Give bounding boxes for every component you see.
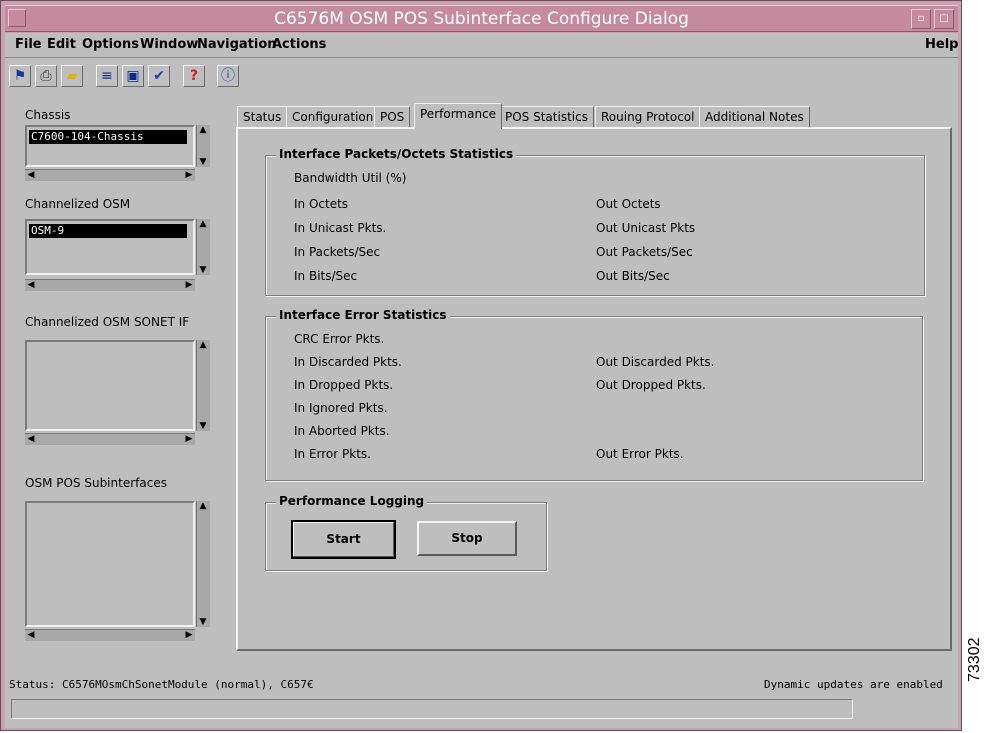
chassis-label: Chassis [25,108,71,122]
minimize-icon: ▫ [917,13,925,24]
scroll-left-icon[interactable]: ◀ [25,280,37,290]
channelized-osm-label: Channelized OSM [25,197,131,211]
packets-octets-group-title: Interface Packets/Octets Statistics [276,147,517,161]
print-icon[interactable]: ⎙ [35,65,57,87]
out-packets-sec-label: Out Packets/Sec [596,245,693,259]
scroll-down-icon[interactable]: ▼ [197,157,209,167]
help-icon[interactable]: ? [183,65,205,87]
dialog-client-area: File Edit Options Window Navigation Acti… [5,33,958,728]
subif-hscroll[interactable]: ◀ ▶ [25,629,195,641]
menu-edit[interactable]: Edit [47,37,76,52]
error-statistics-group-title: Interface Error Statistics [276,308,450,322]
tab-status[interactable]: Status [237,106,288,128]
toolbar: ⚑ ⎙ ▰ ≡ ▣ ✔ ? ⓘ [5,61,958,89]
in-bits-sec-label: In Bits/Sec [294,269,358,283]
stop-button[interactable]: Stop [417,521,517,556]
status-text: Status: C6576MOsmChSonetModule (normal),… [9,678,314,691]
osm-selected-item[interactable]: OSM-9 [29,224,187,238]
scroll-right-icon[interactable]: ▶ [183,630,195,640]
tab-routing-protocol[interactable]: Rouing Protocol [595,106,701,128]
packets-octets-group: Interface Packets/Octets Statistics Band… [265,147,925,296]
scroll-right-icon[interactable]: ▶ [183,170,195,180]
out-discarded-label: Out Discarded Pkts. [596,355,715,369]
menu-options[interactable]: Options [82,37,139,52]
chassis-list[interactable]: C7600-104-Chassis [25,125,195,167]
in-aborted-label: In Aborted Pkts. [294,424,390,438]
figure-number: 73302 [966,637,983,683]
scroll-up-icon[interactable]: ▲ [197,125,209,135]
scroll-left-icon[interactable]: ◀ [25,630,37,640]
out-error-label: Out Error Pkts. [596,447,684,461]
menu-bar: File Edit Options Window Navigation Acti… [5,33,958,58]
dynamic-updates-text: Dynamic updates are enabled [764,678,943,691]
bandwidth-util-label: Bandwidth Util (%) [294,171,407,185]
start-button[interactable]: Start [291,520,396,559]
checkmark-icon[interactable]: ✔ [148,65,170,87]
scroll-right-icon[interactable]: ▶ [183,280,195,290]
in-ignored-label: In Ignored Pkts. [294,401,388,415]
scroll-left-icon[interactable]: ◀ [25,434,37,444]
tab-pos[interactable]: POS [374,106,411,128]
maximize-icon: □ [939,13,949,24]
sonet-if-label: Channelized OSM SONET IF [25,315,190,329]
tab-pos-statistics[interactable]: POS Statistics [499,106,594,128]
error-statistics-group: Interface Error Statistics CRC Error Pkt… [265,308,923,481]
open-folder-icon[interactable]: ▰ [61,65,83,87]
sonet-if-list[interactable] [25,340,195,431]
performance-logging-group: Performance Logging Start Stop [265,494,547,571]
monitor-icon[interactable]: ▣ [122,65,144,87]
in-octets-label: In Octets [294,197,349,211]
menu-file[interactable]: File [15,37,42,52]
tab-performance[interactable]: Performance [414,103,503,129]
info-icon[interactable]: ⓘ [217,65,239,87]
dialog-window: C6576M OSM POS Subinterface Configure Di… [0,0,962,731]
osm-hscroll[interactable]: ◀ ▶ [25,279,195,291]
chassis-selected-item[interactable]: C7600-104-Chassis [29,130,187,144]
menu-help[interactable]: Help [925,37,958,52]
out-octets-label: Out Octets [596,197,661,211]
scroll-down-icon[interactable]: ▼ [197,421,209,431]
scroll-down-icon[interactable]: ▼ [197,617,209,627]
menu-navigation[interactable]: Navigation [197,37,277,52]
out-bits-sec-label: Out Bits/Sec [596,269,670,283]
menu-actions[interactable]: Actions [272,37,326,52]
out-dropped-label: Out Dropped Pkts. [596,378,706,392]
chassis-vscroll[interactable]: ▲ ▼ [196,125,210,167]
window-title: C6576M OSM POS Subinterface Configure Di… [274,9,689,29]
subif-vscroll[interactable]: ▲ ▼ [196,501,210,627]
pos-subinterfaces-label: OSM POS Subinterfaces [25,476,167,490]
osm-vscroll[interactable]: ▲ ▼ [196,219,210,275]
chassis-hscroll[interactable]: ◀ ▶ [25,169,195,181]
out-unicast-label: Out Unicast Pkts [596,221,696,235]
scroll-right-icon[interactable]: ▶ [183,434,195,444]
progress-bar [11,699,853,719]
navigate-icon[interactable]: ⚑ [9,65,31,87]
list-icon[interactable]: ≡ [96,65,118,87]
in-packets-sec-label: In Packets/Sec [294,245,381,259]
in-unicast-label: In Unicast Pkts. [294,221,387,235]
in-error-label: In Error Pkts. [294,447,371,461]
title-bar[interactable]: C6576M OSM POS Subinterface Configure Di… [5,5,958,32]
scroll-down-icon[interactable]: ▼ [197,265,209,275]
in-discarded-label: In Discarded Pkts. [294,355,402,369]
performance-logging-group-title: Performance Logging [276,494,428,508]
minimize-button[interactable]: ▫ [911,9,931,29]
sonet-hscroll[interactable]: ◀ ▶ [25,433,195,445]
sonet-vscroll[interactable]: ▲ ▼ [196,340,210,431]
tab-additional-notes[interactable]: Additional Notes [699,106,810,128]
in-dropped-label: In Dropped Pkts. [294,378,394,392]
pos-subinterfaces-list[interactable] [25,501,195,627]
scroll-left-icon[interactable]: ◀ [25,170,37,180]
performance-panel: Interface Packets/Octets Statistics Band… [236,127,952,651]
channelized-osm-list[interactable]: OSM-9 [25,219,195,275]
crc-error-label: CRC Error Pkts. [294,332,385,346]
scroll-up-icon[interactable]: ▲ [197,501,209,511]
tab-configuration[interactable]: Configuration [286,106,380,128]
scroll-up-icon[interactable]: ▲ [197,340,209,350]
scroll-up-icon[interactable]: ▲ [197,219,209,229]
maximize-button[interactable]: □ [934,9,954,29]
menu-window[interactable]: Window [140,37,198,52]
